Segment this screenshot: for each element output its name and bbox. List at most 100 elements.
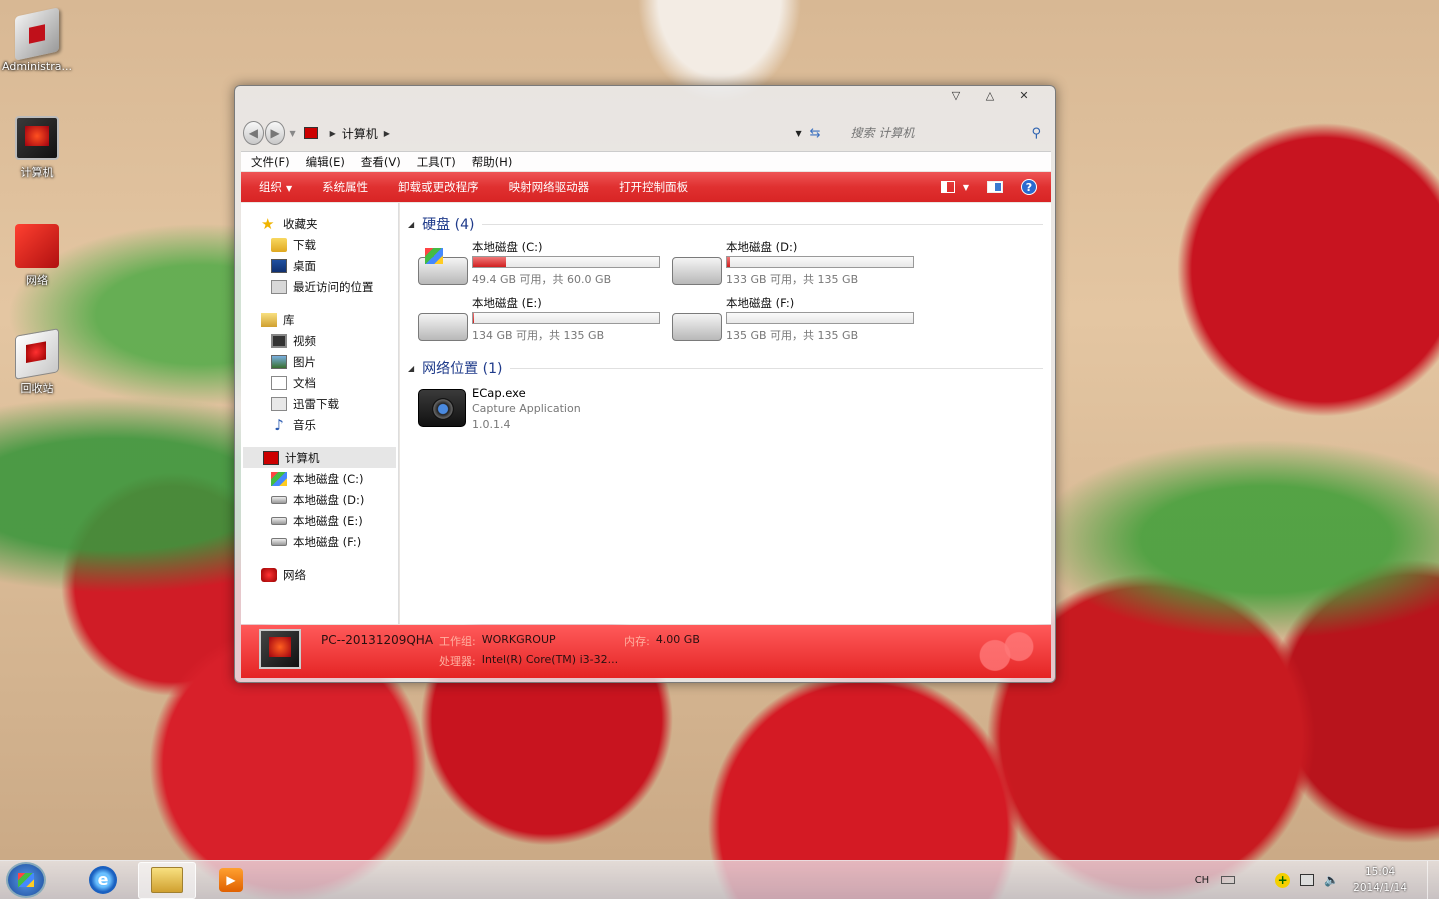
taskbar-windows-explorer[interactable] — [138, 861, 196, 899]
desktop-icon-computer[interactable]: 计算机 — [0, 116, 74, 180]
downloads-folder-icon — [271, 237, 287, 252]
menu-help[interactable]: 帮助(H) — [472, 154, 513, 170]
breadcrumb-computer[interactable]: 计算机 — [342, 125, 378, 142]
start-button[interactable] — [6, 862, 46, 898]
system-drive-icon — [271, 471, 287, 486]
document-icon — [271, 375, 287, 390]
nav-item-thunder-downloads[interactable]: 迅雷下载 — [241, 393, 398, 414]
recent-places-icon — [271, 279, 287, 294]
address-dropdown-icon[interactable]: ▼ — [795, 129, 801, 138]
network-location-item[interactable]: ECap.exe Capture Application 1.0.1.4 — [418, 385, 1043, 433]
drive-item-c[interactable]: 本地磁盘 (C:) 49.4 GB 可用，共 60.0 GB — [418, 239, 672, 295]
memory-label: 内存: — [624, 635, 650, 648]
drive-item-f[interactable]: 本地磁盘 (F:) 135 GB 可用，共 135 GB — [672, 295, 926, 351]
nav-item-drive-e[interactable]: 本地磁盘 (E:) — [241, 510, 398, 531]
nav-item-drive-d[interactable]: 本地磁盘 (D:) — [241, 489, 398, 510]
search-input[interactable] — [850, 126, 1032, 140]
taskbar-internet-explorer[interactable]: e — [74, 862, 132, 899]
clock-time: 15:04 — [1364, 866, 1396, 878]
cpu-label: 处理器: — [439, 655, 476, 668]
address-bar-row: ◀ ▶ ▼ ▶ 计算机 ▶ ▼ ⇆ ⚲ — [243, 120, 1049, 146]
hearts-decoration-icon — [977, 629, 1037, 673]
group-header-network-locations[interactable]: ◢ 网络位置 (1) — [408, 357, 1043, 379]
hard-drive-icon — [271, 495, 287, 504]
help-icon[interactable]: ? — [1021, 179, 1037, 195]
drive-name: 本地磁盘 (F:) — [726, 296, 795, 310]
security-plus-icon[interactable]: + — [1275, 872, 1291, 888]
nav-item-music[interactable]: ♪ 音乐 — [241, 414, 398, 435]
hard-drive-icon — [418, 313, 468, 341]
window-controls: ▽ △ ✕ — [943, 88, 1037, 104]
hard-drive-icon — [672, 257, 722, 285]
nav-item-videos[interactable]: 视频 — [241, 330, 398, 351]
menu-edit[interactable]: 编辑(E) — [306, 154, 345, 170]
nav-item-pictures[interactable]: 图片 — [241, 351, 398, 372]
drive-free-space: 135 GB 可用，共 135 GB — [726, 329, 859, 342]
forward-button[interactable]: ▶ — [264, 121, 286, 145]
content-pane: ◢ 硬盘 (4) 本地磁盘 (C:) 49.4 GB 可用，共 60.0 GB … — [400, 203, 1051, 624]
drive-usage-bar — [472, 312, 660, 324]
drive-item-d[interactable]: 本地磁盘 (D:) 133 GB 可用，共 135 GB — [672, 239, 926, 295]
drive-item-e[interactable]: 本地磁盘 (E:) 134 GB 可用，共 135 GB — [418, 295, 672, 351]
details-pane: PC--20131209QHA 工作组: WORKGROUP 内存: 4.00 … — [241, 625, 1051, 678]
network-icon — [261, 567, 277, 582]
drives-grid: 本地磁盘 (C:) 49.4 GB 可用，共 60.0 GB 本地磁盘 (D:)… — [418, 239, 1043, 351]
drive-free-space: 134 GB 可用，共 135 GB — [472, 329, 605, 342]
nav-libraries[interactable]: 库 — [241, 309, 398, 330]
media-player-icon: ▶ — [219, 868, 243, 892]
show-desktop-button[interactable] — [1427, 861, 1439, 899]
navigation-pane: ★ 收藏夹 下载 桌面 最近访问的位置 库 视频 图片 文档 迅雷下载 ♪ 音乐… — [241, 203, 399, 624]
network-status-icon[interactable] — [1300, 874, 1315, 886]
map-network-drive-button[interactable]: 映射网络驱动器 — [509, 179, 590, 195]
desktop-icon-administrator[interactable]: Administra... — [0, 7, 74, 73]
desktop-icon-label: 回收站 — [20, 382, 54, 395]
close-button[interactable]: ✕ — [1011, 88, 1037, 104]
address-field[interactable]: ▶ 计算机 ▶ ▼ — [300, 121, 810, 145]
nav-computer[interactable]: 计算机 — [243, 447, 396, 468]
hard-drive-icon — [271, 516, 287, 525]
recent-pages-dropdown-icon[interactable]: ▼ — [289, 129, 295, 138]
taskbar-media-player[interactable]: ▶ — [202, 862, 260, 899]
uninstall-program-button[interactable]: 卸载或更改程序 — [398, 179, 479, 195]
change-view-button[interactable]: ▼ — [940, 181, 969, 193]
desktop-icon-network[interactable]: 网络 — [0, 224, 74, 288]
volume-icon[interactable]: 🔈 — [1324, 873, 1339, 887]
nav-item-drive-f[interactable]: 本地磁盘 (F:) — [241, 531, 398, 552]
preview-pane-icon[interactable] — [987, 181, 1003, 193]
drive-usage-bar — [726, 256, 914, 268]
menu-view[interactable]: 查看(V) — [361, 154, 401, 170]
computer-icon — [303, 127, 318, 139]
memory-value: 4.00 GB — [655, 633, 700, 646]
system-properties-button[interactable]: 系统属性 — [322, 179, 368, 195]
menu-file[interactable]: 文件(F) — [251, 154, 290, 170]
breadcrumb-chevron-icon[interactable]: ▶ — [330, 129, 336, 138]
hard-drive-icon — [271, 537, 287, 546]
organize-button[interactable]: 组织 ▼ — [259, 179, 292, 195]
group-header-hard-disks[interactable]: ◢ 硬盘 (4) — [408, 213, 1043, 235]
command-bar-right: ▼ ? — [940, 179, 1051, 195]
nav-favorites[interactable]: ★ 收藏夹 — [241, 213, 398, 234]
video-icon — [271, 333, 287, 348]
language-indicator[interactable]: CH — [1195, 875, 1210, 886]
search-box: ⚲ — [833, 121, 1050, 145]
collapse-triangle-icon: ◢ — [408, 219, 415, 229]
clock[interactable]: 15:04 2014/1/14 — [1353, 864, 1407, 896]
desktop-icon-recycle-bin[interactable]: 回收站 — [0, 328, 74, 396]
keyboard-icon[interactable] — [1221, 876, 1236, 884]
nav-item-recent-places[interactable]: 最近访问的位置 — [241, 276, 398, 297]
breadcrumb-chevron-icon[interactable]: ▶ — [384, 129, 390, 138]
refresh-icon[interactable]: ⇆ — [810, 126, 821, 141]
nav-item-drive-c[interactable]: 本地磁盘 (C:) — [241, 468, 398, 489]
maximize-button[interactable]: △ — [977, 88, 1003, 104]
drive-usage-bar — [726, 312, 914, 324]
search-icon[interactable]: ⚲ — [1031, 126, 1041, 141]
drive-name: 本地磁盘 (E:) — [472, 296, 542, 310]
back-button[interactable]: ◀ — [243, 121, 264, 145]
nav-item-desktop[interactable]: 桌面 — [241, 255, 398, 276]
minimize-button[interactable]: ▽ — [943, 88, 969, 104]
nav-item-documents[interactable]: 文档 — [241, 372, 398, 393]
nav-network[interactable]: 网络 — [241, 564, 398, 585]
open-control-panel-button[interactable]: 打开控制面板 — [619, 179, 688, 195]
nav-item-downloads[interactable]: 下载 — [241, 234, 398, 255]
menu-tools[interactable]: 工具(T) — [417, 154, 456, 170]
